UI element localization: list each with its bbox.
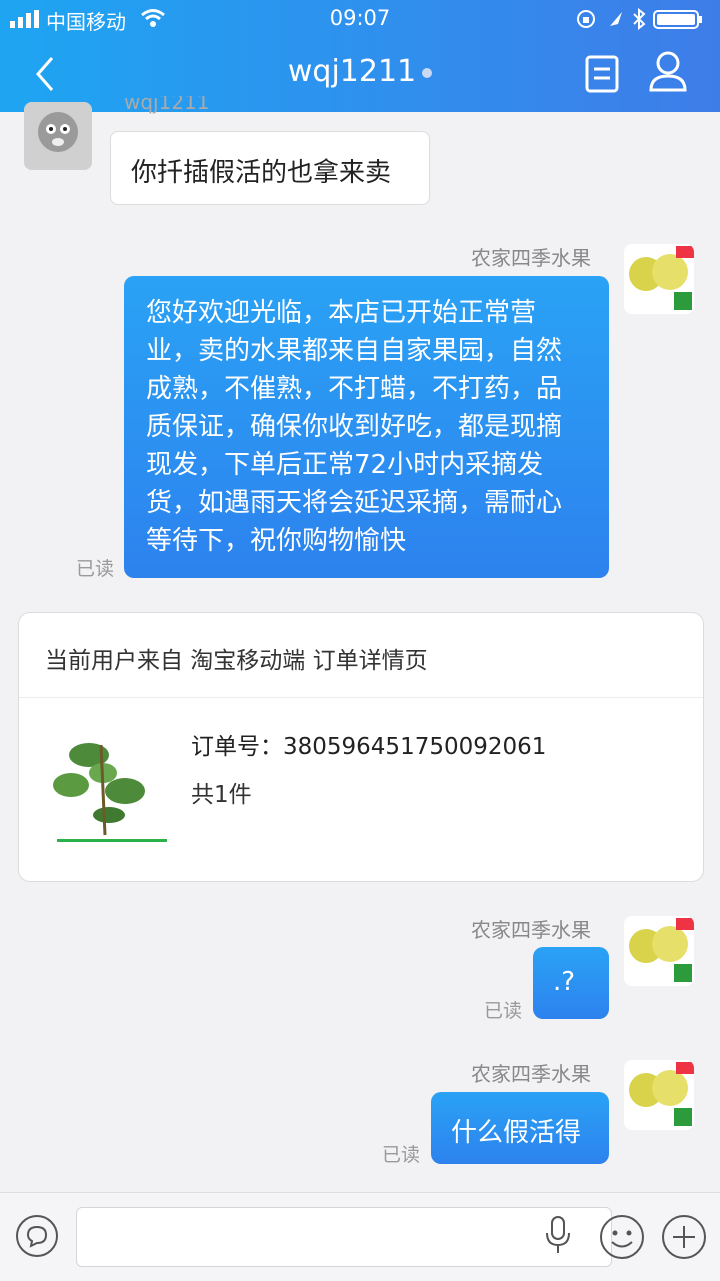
shop-avatar[interactable] xyxy=(624,916,694,986)
emoji-icon[interactable] xyxy=(598,1213,646,1261)
sender-name: wqj1211 xyxy=(124,96,210,114)
order-source-text: 当前用户来自 淘宝移动端 订单详情页 xyxy=(45,648,428,674)
message-bubble-incoming[interactable]: 你扦插假活的也拿来卖 xyxy=(110,131,430,205)
shop-avatar[interactable] xyxy=(624,1060,694,1130)
message-line: 货，如遇雨天将会延迟采摘，需耐心 xyxy=(146,488,563,518)
message-text: 什么假活得 xyxy=(451,1118,582,1148)
online-status-dot xyxy=(422,67,433,78)
message-line: 现发，下单后正常72小时内采摘发 xyxy=(146,450,544,480)
message-line: 质保证，确保你收到好吃，都是现摘 xyxy=(146,412,563,442)
message-bubble-outgoing[interactable]: 您好欢迎光临，本店已开始正常营 业，卖的水果都来自自家果园，自然 成熟，不催熟，… xyxy=(124,276,609,578)
read-status: 已读 xyxy=(76,558,115,580)
read-status: 已读 xyxy=(382,1144,421,1166)
sender-avatar[interactable] xyxy=(24,102,92,170)
message-input[interactable] xyxy=(76,1207,612,1267)
input-bar xyxy=(0,1192,720,1281)
read-status: 已读 xyxy=(484,1000,523,1022)
cartoon-avatar-icon xyxy=(24,102,92,170)
chat-bubble-icon[interactable] xyxy=(14,1213,60,1259)
message-line: 等待下，祝你购物愉快 xyxy=(146,526,407,556)
nav-bar: wqj1211 xyxy=(0,40,720,110)
message-bubble-outgoing[interactable]: 什么假活得 xyxy=(431,1092,609,1164)
item-count: 共1件 xyxy=(191,782,252,808)
message-text: 您好欢迎光临，本店已开始正常营 业，卖的水果都来自自家果园，自然 成熟，不催熟，… xyxy=(146,294,562,560)
message-text: 你扦插假活的也拿来卖 xyxy=(131,158,392,188)
sender-name: 农家四季水果 xyxy=(471,246,591,270)
sender-name: 农家四季水果 xyxy=(471,1062,591,1086)
contact-name: wqj1211 xyxy=(287,54,417,89)
shop-avatar[interactable] xyxy=(624,244,694,314)
message-bubble-outgoing[interactable]: .? xyxy=(533,947,609,1019)
profile-icon[interactable] xyxy=(648,50,688,94)
microphone-icon[interactable] xyxy=(544,1215,572,1255)
sender-name: 农家四季水果 xyxy=(471,918,591,942)
plus-icon[interactable] xyxy=(660,1213,708,1261)
message-line: 您好欢迎光临，本店已开始正常营 xyxy=(146,298,537,328)
pear-product-icon xyxy=(624,246,694,314)
message-text: .? xyxy=(553,967,576,997)
order-number: 订单号：380596451750092061 xyxy=(191,734,547,760)
pear-product-icon xyxy=(624,1062,694,1130)
order-card[interactable]: 当前用户来自 淘宝移动端 订单详情页 订单号：38059645175009206… xyxy=(18,612,704,882)
divider xyxy=(19,697,703,698)
pear-product-icon xyxy=(624,918,694,986)
message-line: 业，卖的水果都来自自家果园，自然 xyxy=(146,336,563,366)
order-list-icon[interactable] xyxy=(584,54,620,94)
product-thumbnail[interactable] xyxy=(49,725,175,851)
message-line: 成熟，不催熟，不打蜡，不打药，品 xyxy=(146,374,563,404)
app-header: 中国移动 09:07 wqj1211 xyxy=(0,0,720,112)
battery-icon xyxy=(577,8,702,30)
status-bar: 中国移动 09:07 xyxy=(0,0,720,38)
